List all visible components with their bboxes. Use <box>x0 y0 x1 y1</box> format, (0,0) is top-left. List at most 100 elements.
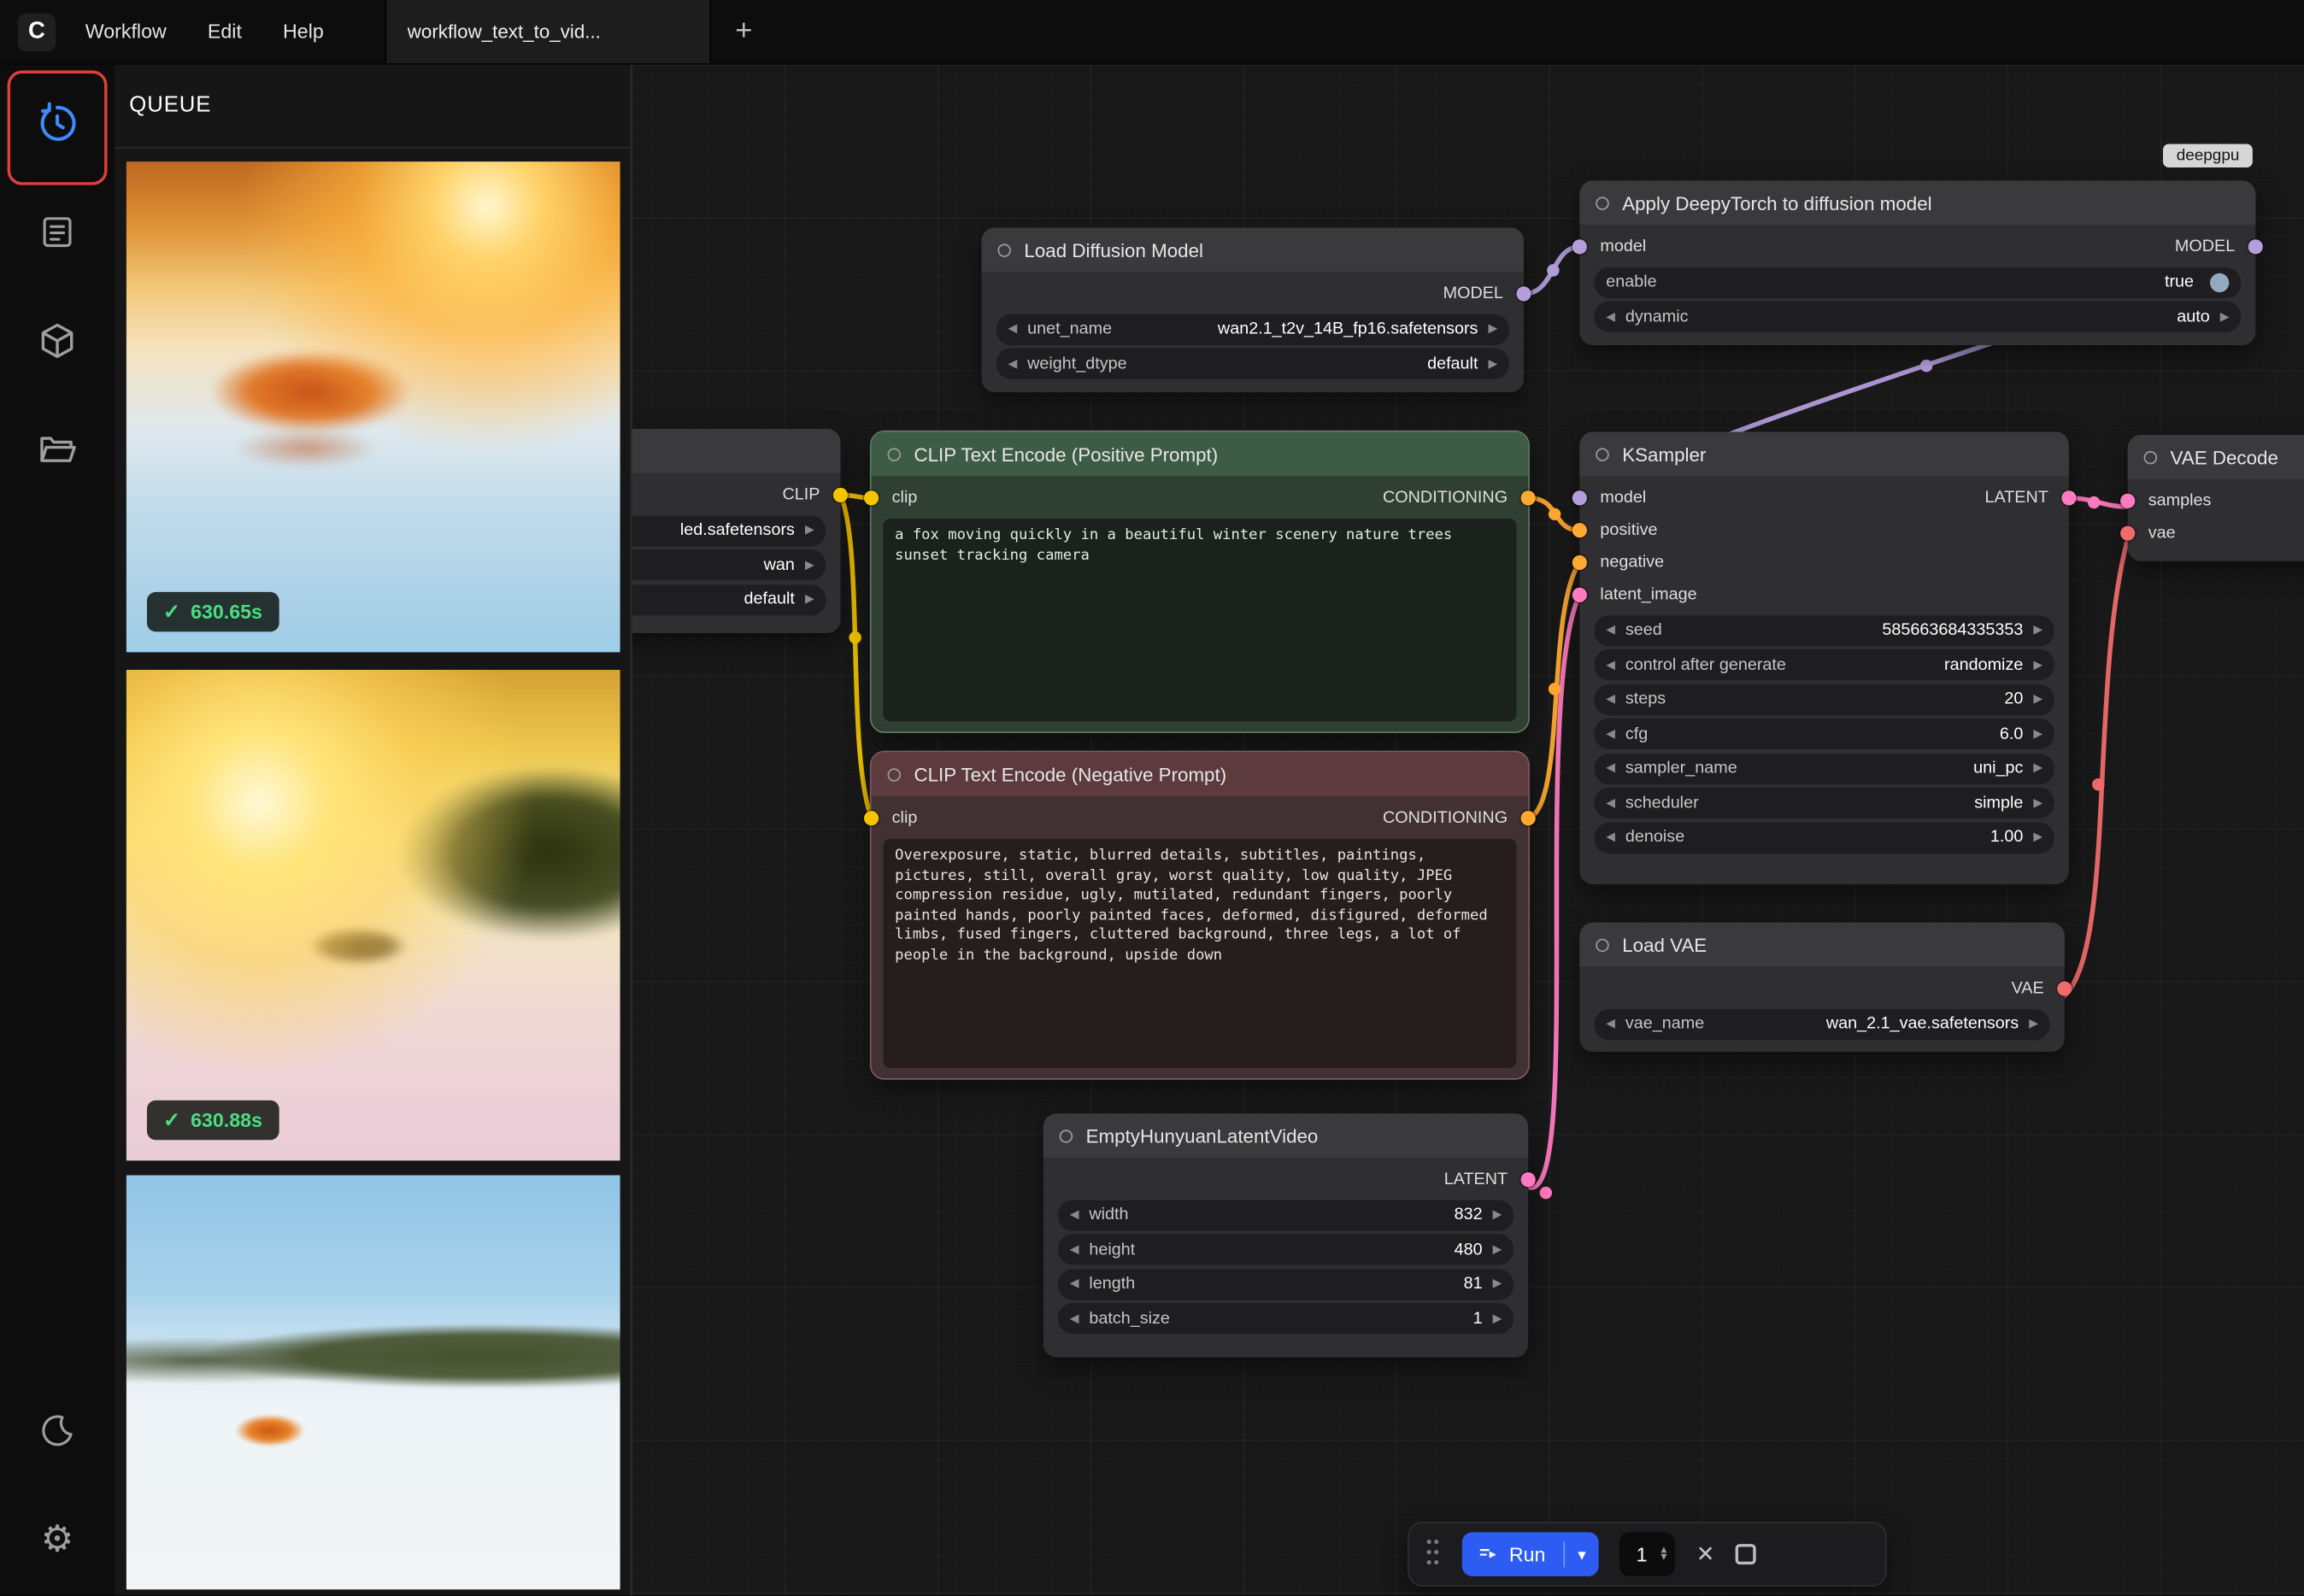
conditioning-port-dot[interactable] <box>1572 555 1587 570</box>
collapse-dot-icon[interactable] <box>997 244 1010 256</box>
widget-unet-name[interactable]: unet_name wan2.1_t2v_14B_fp16.safetensor… <box>996 314 1509 344</box>
widget-type[interactable]: wan <box>632 549 826 580</box>
node-header[interactable]: Load VAE <box>1579 923 2064 967</box>
output-port-latent[interactable]: LATENT <box>1444 1171 1528 1188</box>
new-tab-button[interactable]: + <box>712 0 776 63</box>
queue-thumbnail-3[interactable] <box>126 1176 620 1590</box>
increment-icon[interactable] <box>805 525 814 537</box>
widget-sampler-name[interactable]: sampler_name uni_pc <box>1595 753 2054 783</box>
node-header[interactable]: CLIP Text Encode (Positive Prompt) <box>872 432 1529 477</box>
node-empty-hunyuan-latent-video[interactable]: EmptyHunyuanLatentVideo LATENT width 832… <box>1043 1113 1528 1357</box>
decrement-icon[interactable] <box>1606 659 1615 671</box>
increment-icon[interactable] <box>1493 1209 1502 1221</box>
sidebar-item-node-library[interactable] <box>28 312 87 371</box>
output-port-model[interactable]: MODEL <box>1443 285 1524 303</box>
widget-steps[interactable]: steps 20 <box>1595 684 2054 714</box>
theme-toggle-button[interactable] <box>28 1401 87 1460</box>
collapse-dot-icon[interactable] <box>1596 448 1608 461</box>
collapse-dot-icon[interactable] <box>888 767 901 780</box>
widget-cfg[interactable]: cfg 6.0 <box>1595 719 2054 749</box>
positive-prompt-textarea[interactable]: a fox moving quickly in a beautiful wint… <box>883 519 1516 721</box>
close-icon[interactable] <box>1696 1541 1715 1568</box>
increment-icon[interactable] <box>1493 1278 1502 1290</box>
conditioning-port-dot[interactable] <box>1521 811 1536 825</box>
model-port-dot[interactable] <box>2248 239 2263 254</box>
clip-port-dot[interactable] <box>864 811 879 825</box>
menu-edit[interactable]: Edit <box>193 0 268 63</box>
collapse-dot-icon[interactable] <box>2144 450 2157 463</box>
vae-port-dot[interactable] <box>2057 982 2072 996</box>
decrement-icon[interactable] <box>1606 694 1615 706</box>
chevron-down-icon[interactable] <box>1565 1545 1599 1564</box>
decrement-icon[interactable] <box>1008 323 1018 335</box>
decrement-icon[interactable] <box>1070 1243 1079 1255</box>
model-port-dot[interactable] <box>1572 490 1587 505</box>
widget-weight-dtype[interactable]: weight_dtype default <box>996 348 1509 378</box>
sidebar-item-logs[interactable] <box>28 202 87 261</box>
decrement-icon[interactable] <box>1606 831 1615 843</box>
sidebar-item-queue[interactable] <box>28 94 87 153</box>
increment-icon[interactable] <box>1493 1312 1502 1324</box>
latent-port-dot[interactable] <box>2120 494 2135 508</box>
widget-control-after-generate[interactable]: control after generate randomize <box>1595 649 2054 680</box>
menu-workflow[interactable]: Workflow <box>71 0 193 63</box>
node-header[interactable]: EmptyHunyuanLatentVideo <box>1043 1113 1528 1158</box>
collapse-dot-icon[interactable] <box>1596 197 1608 209</box>
input-port-positive[interactable]: positive <box>1579 521 1657 539</box>
run-button[interactable]: Run <box>1462 1532 1599 1576</box>
increment-icon[interactable] <box>1493 1243 1502 1255</box>
widget-clip-name[interactable]: led.safetensors <box>632 515 826 546</box>
collapse-dot-icon[interactable] <box>1596 938 1608 951</box>
output-port-conditioning[interactable]: CONDITIONING <box>1383 490 1528 508</box>
clip-port-dot[interactable] <box>833 488 848 502</box>
vae-port-dot[interactable] <box>2120 526 2135 541</box>
node-header[interactable]: VAE Decode <box>2128 435 2304 479</box>
widget-width[interactable]: width 832 <box>1058 1200 1513 1230</box>
widget-batch-size[interactable]: batch_size 1 <box>1058 1303 1513 1334</box>
model-port-dot[interactable] <box>1516 286 1531 301</box>
output-port-clip[interactable]: CLIP <box>782 486 840 504</box>
widget-enable[interactable]: enable true <box>1595 267 2242 297</box>
node-clip-text-encode-positive[interactable]: CLIP Text Encode (Positive Prompt) clip … <box>872 432 1529 732</box>
widget-length[interactable]: length 81 <box>1058 1269 1513 1300</box>
output-port-latent[interactable]: LATENT <box>1984 490 2068 508</box>
increment-icon[interactable] <box>2029 1018 2038 1030</box>
sidebar-item-workflows[interactable] <box>28 420 87 479</box>
input-port-model[interactable]: model <box>1579 490 1646 508</box>
latent-port-dot[interactable] <box>1572 588 1587 602</box>
widget-height[interactable]: height 480 <box>1058 1234 1513 1264</box>
increment-icon[interactable] <box>1488 323 1497 335</box>
drag-handle-icon[interactable] <box>1427 1539 1442 1570</box>
latent-port-dot[interactable] <box>1521 1172 1536 1187</box>
decrement-icon[interactable] <box>1008 358 1018 370</box>
input-port-negative[interactable]: negative <box>1579 554 1664 572</box>
node-ksampler[interactable]: KSampler model LATENT positive negative <box>1579 432 2069 885</box>
widget-device[interactable]: default <box>632 584 826 614</box>
node-clip-text-encode-negative[interactable]: CLIP Text Encode (Negative Prompt) clip … <box>872 752 1529 1078</box>
increment-icon[interactable] <box>2033 728 2042 740</box>
increment-icon[interactable] <box>2033 694 2042 706</box>
menu-help[interactable]: Help <box>268 0 350 63</box>
graph-canvas[interactable]: CLIP led.safetensors wan default Load Di… <box>632 65 2304 1596</box>
node-load-diffusion-model[interactable]: Load Diffusion Model MODEL unet_name wan… <box>982 228 1524 393</box>
conditioning-port-dot[interactable] <box>1572 523 1587 537</box>
node-header[interactable]: KSampler <box>1579 432 2069 477</box>
node-header[interactable]: CLIP Text Encode (Negative Prompt) <box>872 752 1529 796</box>
decrement-icon[interactable] <box>1606 625 1615 637</box>
decrement-icon[interactable] <box>1070 1209 1079 1221</box>
node-apply-deepytorch[interactable]: deepgpu Apply DeepyTorch to diffusion mo… <box>1579 180 2255 345</box>
output-port-conditioning[interactable]: CONDITIONING <box>1383 809 1528 827</box>
increment-icon[interactable] <box>2220 311 2230 323</box>
input-port-latent-image[interactable]: latent_image <box>1579 586 1696 604</box>
workflow-tab[interactable]: workflow_text_to_vid... <box>385 0 712 63</box>
node-vae-decode[interactable]: VAE Decode samples vae <box>2128 435 2304 561</box>
decrement-icon[interactable] <box>1070 1312 1079 1324</box>
widget-seed[interactable]: seed 585663684335353 <box>1595 615 2054 646</box>
batch-count-input[interactable]: 1 <box>1619 1532 1675 1576</box>
node-load-clip[interactable]: CLIP led.safetensors wan default <box>632 429 840 633</box>
stop-icon[interactable] <box>1735 1544 1755 1564</box>
toggle-icon[interactable] <box>2210 273 2229 291</box>
queue-thumbnail-2[interactable]: ✓ 630.88s <box>126 670 620 1160</box>
comfyui-logo-icon[interactable]: C <box>18 13 56 51</box>
increment-icon[interactable] <box>805 559 814 571</box>
